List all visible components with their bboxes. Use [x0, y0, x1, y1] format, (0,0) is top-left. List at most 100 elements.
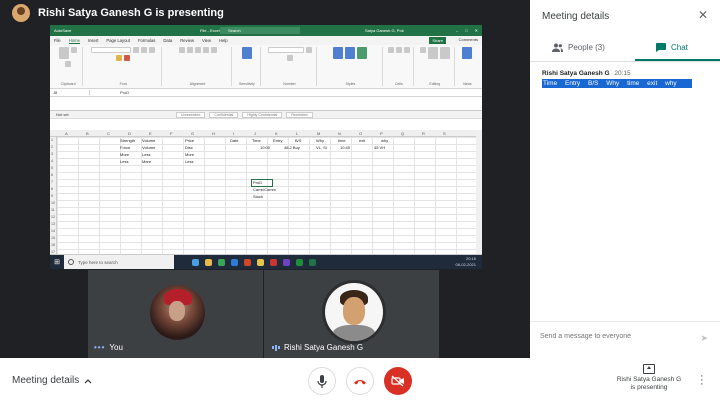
row-header: 10 — [51, 201, 55, 205]
autosum-icon — [419, 47, 426, 53]
app-icon — [283, 258, 290, 266]
row-header: 11 — [51, 208, 55, 212]
taskbar-clock: 20:16 06-02-2021 — [456, 256, 476, 268]
row-header: 12 — [51, 215, 55, 219]
app-icon — [257, 258, 264, 266]
format-icon — [403, 47, 410, 53]
tab-chat[interactable]: Chat — [656, 40, 688, 54]
ribbon-group-alignment: Alignment — [164, 47, 232, 86]
cell: Volume — [142, 138, 156, 143]
row-header: 15 — [51, 236, 55, 240]
avatar — [150, 285, 205, 340]
meeting-details-button[interactable]: Meeting details — [12, 375, 92, 386]
ribbon-group-font: Font — [85, 47, 163, 86]
camera-button[interactable] — [384, 367, 412, 395]
tab-view: View — [201, 38, 211, 43]
row-header: 14 — [51, 229, 55, 233]
shared-screen: AutoSave File - Excel Search Satya Ganes… — [50, 25, 482, 269]
chat-message-text[interactable]: Time Entry B/S Why time exit why — [542, 79, 692, 88]
presenter-avatar — [12, 4, 30, 22]
sensitivity-option: Restricted — [286, 111, 313, 118]
comments-button: Comments — [458, 37, 478, 42]
app-icon — [218, 258, 225, 266]
paste-icon — [59, 47, 70, 59]
app-icon — [231, 258, 238, 266]
group-label: Editing — [429, 82, 441, 86]
tab-review: Review — [180, 38, 194, 43]
tab-file: File — [54, 38, 61, 43]
row-header: 7 — [51, 180, 53, 184]
underline-icon — [149, 47, 156, 53]
clock-date: 06-02-2021 — [455, 262, 476, 267]
excel-search: Search — [220, 27, 300, 34]
sort-filter-icon — [427, 47, 438, 59]
column-header: I — [233, 131, 235, 136]
column-header: J — [254, 131, 256, 136]
excel-ribbon-tabs: File Home Insert Page Layout Formulas Da… — [50, 36, 482, 45]
column-header: R — [422, 131, 425, 136]
ideas-icon — [462, 47, 473, 59]
more-options-icon[interactable]: · · · — [700, 371, 704, 390]
row-header: 4 — [51, 159, 53, 163]
ribbon-group-editing: Editing — [416, 47, 455, 86]
formula-area — [50, 97, 482, 111]
ribbon-group-clipboard: Clipboard — [54, 47, 84, 86]
cell: Time — [252, 138, 261, 143]
italic-icon — [141, 47, 148, 53]
percent-icon — [305, 47, 312, 53]
column-headers: A B C D E F G H I J K L M N O P Q R S — [50, 130, 476, 137]
cell: Price — [185, 138, 195, 143]
leave-call-button[interactable] — [346, 367, 374, 395]
fill-color-icon — [116, 55, 123, 61]
group-label: Cells — [394, 82, 403, 86]
participant-tile-rishi[interactable]: Rishi Satya Ganesh G — [264, 270, 439, 358]
taskbar-search: Type here to search — [64, 255, 174, 269]
cell: Why — [316, 138, 324, 143]
microphone-button[interactable] — [308, 367, 336, 395]
presenting-indicator[interactable]: Rishi Satya Ganesh G is presenting — [612, 364, 686, 392]
divider — [530, 61, 720, 62]
microphone-icon — [317, 374, 327, 388]
present-screen-icon — [643, 364, 655, 374]
excel-title-bar: AutoSave File - Excel Search Satya Ganes… — [50, 25, 482, 36]
tab-people[interactable]: People (3) — [552, 40, 605, 54]
presenter-text: Rishi Satya Ganesh G is presenting — [38, 7, 224, 19]
chat-input[interactable] — [540, 333, 690, 340]
merge-icon — [210, 47, 217, 53]
align-icon — [194, 47, 201, 53]
column-header: Q — [401, 131, 405, 136]
send-icon[interactable]: ➤ — [700, 333, 708, 344]
cell: Entry — [273, 138, 283, 143]
vertical-scrollbar — [476, 130, 482, 254]
tab-page-layout: Page Layout — [106, 38, 130, 43]
ribbon-group-styles: Styles — [319, 47, 383, 86]
conditional-formatting-icon — [333, 47, 344, 59]
close-icon[interactable]: ✕ — [698, 8, 708, 22]
cell-styles-icon — [357, 47, 368, 59]
row-header: 8 — [51, 187, 53, 191]
cell: 45 VH — [374, 145, 386, 150]
row-header: 9 — [51, 194, 53, 198]
row-header: 13 — [51, 222, 55, 226]
participant-tile-you[interactable]: ••• You — [88, 270, 263, 358]
group-label: Font — [119, 82, 127, 86]
copy-icon — [65, 61, 72, 67]
app-icon — [244, 258, 251, 266]
ribbon-group-ideas: Ideas — [457, 47, 478, 86]
camera-off-icon — [391, 375, 404, 387]
people-icon — [552, 43, 563, 52]
cell: B/S — [295, 138, 302, 143]
windows-start-icon: ⊞ — [54, 259, 60, 266]
avatar — [325, 283, 383, 341]
excel-user: Satya Ganesh G, Pok — [365, 28, 404, 33]
chevron-up-icon — [84, 378, 92, 383]
tab-people-label: People (3) — [568, 42, 605, 52]
column-header: S — [443, 131, 446, 136]
column-header: F — [170, 131, 173, 136]
window-buttons: – □ ✕ — [455, 28, 478, 33]
cell: Volume — [142, 145, 156, 150]
align-icon — [186, 47, 193, 53]
audio-level-icon — [272, 344, 280, 351]
spreadsheet-grid: ABCDEFGHIJKLMNOPQRS 1 2 3 4 5 6 7 8 9 10 11 12 13 14 1… — [50, 130, 476, 254]
divider — [530, 321, 720, 322]
